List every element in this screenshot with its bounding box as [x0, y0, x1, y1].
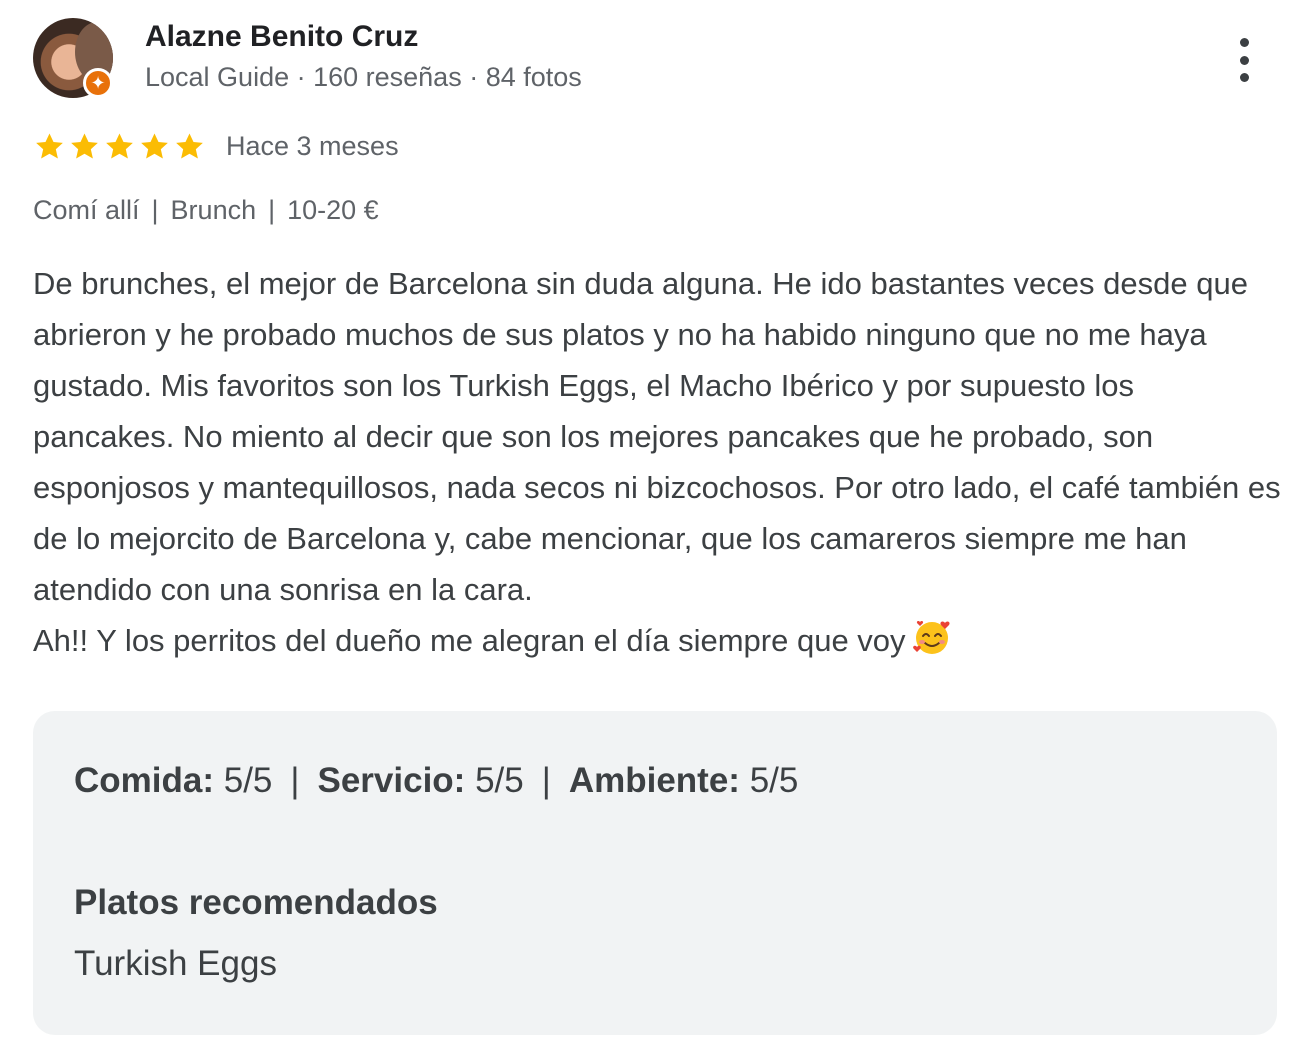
attribute-visit: Comí allí [33, 195, 140, 225]
sub-ratings: Comida: 5/5 | Servicio: 5/5 | Ambiente: 5/5 [74, 761, 798, 801]
sub-rating-label-food: Comida: [74, 761, 214, 800]
review-paragraph: De brunches, el mejor de Barcelona sin d… [33, 266, 1281, 607]
separator: | [268, 195, 276, 225]
attribute-price: 10-20 € [287, 195, 379, 225]
review-attributes: Comí allí | Brunch | 10-20 € [33, 195, 379, 226]
menu-dot [1239, 55, 1249, 65]
rating-row: Hace 3 meses [33, 126, 399, 166]
sub-rating-value-service: 5/5 [475, 761, 524, 800]
author-name[interactable]: Alazne Benito Cruz [145, 20, 418, 54]
sub-rating-label-service: Servicio: [317, 761, 466, 800]
review-paragraph: Ah!! Y los perritos del dueño me alegran… [33, 623, 906, 658]
attribute-meal: Brunch [170, 195, 257, 225]
review-paragraph-last: Ah!! Y los perritos del dueño me alegran… [33, 615, 1283, 666]
separator: | [151, 195, 159, 225]
star-icon [141, 132, 168, 158]
recommended-dishes-value: Turkish Eggs [74, 944, 277, 983]
review-date: Hace 3 meses [226, 130, 399, 161]
local-guide-badge-icon: ✦ [83, 68, 113, 98]
review-text: De brunches, el mejor de Barcelona sin d… [33, 258, 1283, 666]
separator: | [290, 761, 300, 800]
star-icon [71, 132, 98, 158]
sub-rating-label-atmosphere: Ambiente: [568, 761, 740, 800]
sub-rating-value-atmosphere: 5/5 [749, 761, 799, 800]
sub-ratings-panel: Comida: 5/5 | Servicio: 5/5 | Ambiente: 5/5 … [33, 711, 1277, 1035]
star-icon [106, 132, 133, 158]
smiling-face-with-hearts-icon [912, 620, 950, 654]
sub-rating-value-food: 5/5 [223, 761, 273, 800]
author-meta: Local Guide · 160 reseñas · 84 fotos [145, 62, 582, 92]
more-vert-icon[interactable] [1229, 38, 1259, 82]
menu-dot [1239, 73, 1249, 82]
separator: | [541, 761, 551, 800]
star-rating [33, 130, 206, 163]
review-card: ✦ Alazne Benito Cruz Local Guide · 160 r… [0, 0, 1310, 1052]
recommended-dishes-title: Platos recomendados [74, 883, 438, 922]
star-icon [36, 132, 63, 158]
menu-dot [1239, 38, 1249, 47]
review-header: ✦ Alazne Benito Cruz Local Guide · 160 r… [33, 18, 1283, 108]
star-icon [176, 132, 203, 158]
